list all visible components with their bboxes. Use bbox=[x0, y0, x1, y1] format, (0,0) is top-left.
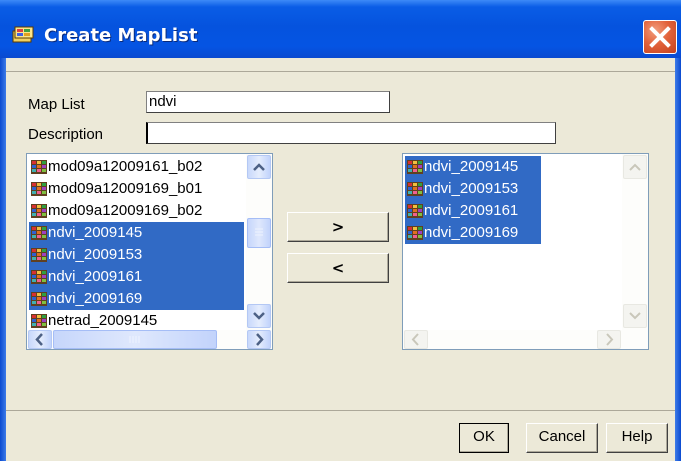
raster-map-icon bbox=[407, 160, 423, 174]
ok-button[interactable]: OK bbox=[459, 423, 509, 453]
list-item[interactable]: mod09a12009161_b02 bbox=[29, 156, 244, 178]
title-bar[interactable]: Create MapList bbox=[0, 0, 681, 58]
grip-icon bbox=[255, 228, 263, 236]
description-input[interactable] bbox=[146, 122, 556, 144]
raster-map-icon bbox=[31, 314, 47, 328]
list-item[interactable]: ndvi_2009153 bbox=[29, 244, 244, 266]
list-item[interactable]: ndvi_2009161 bbox=[29, 266, 244, 288]
chevron-up-icon bbox=[253, 163, 265, 171]
raster-map-icon bbox=[407, 204, 423, 218]
window-title: Create MapList bbox=[44, 25, 198, 46]
chevron-down-icon bbox=[629, 312, 641, 320]
raster-map-icon bbox=[31, 270, 47, 284]
list-item[interactable]: ndvi_2009145 bbox=[405, 156, 541, 178]
chevron-right-icon bbox=[606, 333, 614, 346]
list-item[interactable]: ndvi_2009145 bbox=[29, 222, 244, 244]
list-item[interactable]: mod09a12009169_b02 bbox=[29, 200, 244, 222]
selected-maps-list[interactable]: ndvi_2009145 ndvi_2009153 ndvi_2009161ndvi… bbox=[402, 153, 649, 350]
scroll-left-button[interactable] bbox=[28, 330, 52, 349]
available-list-vertical-scrollbar[interactable] bbox=[246, 154, 272, 330]
list-item-label: ndvi_2009169 bbox=[424, 224, 519, 241]
list-item[interactable]: ndvi_2009169 bbox=[405, 222, 541, 244]
remove-from-list-button[interactable]: < bbox=[287, 253, 389, 283]
scroll-up-button[interactable] bbox=[623, 155, 647, 179]
scroll-down-button[interactable] bbox=[247, 304, 271, 328]
close-icon bbox=[649, 26, 671, 48]
maplist-icon bbox=[12, 26, 34, 43]
close-button[interactable] bbox=[643, 20, 677, 54]
scroll-up-button[interactable] bbox=[247, 155, 271, 179]
add-to-list-button[interactable]: > bbox=[287, 212, 389, 242]
selected-list-horizontal-scrollbar[interactable] bbox=[403, 330, 648, 349]
list-item-label: mod09a12009169_b01 bbox=[48, 180, 203, 197]
help-button[interactable]: Help bbox=[606, 423, 668, 453]
map-list-label: Map List bbox=[28, 96, 85, 113]
map-list-input[interactable]: ndvi bbox=[146, 91, 390, 113]
scroll-left-button[interactable] bbox=[404, 330, 428, 349]
raster-map-icon bbox=[407, 182, 423, 196]
list-item[interactable]: mod09a12009169_b01 bbox=[29, 178, 244, 200]
available-maps-list[interactable]: mod09a12009161_b02 mod09a12009169_b01 mod0… bbox=[26, 153, 273, 350]
scroll-right-button[interactable] bbox=[597, 330, 621, 349]
raster-map-icon bbox=[31, 248, 47, 262]
list-item[interactable]: ndvi_2009161 bbox=[405, 200, 541, 222]
list-item[interactable]: ndvi_2009153 bbox=[405, 178, 541, 200]
chevron-right-icon bbox=[256, 333, 264, 346]
list-item-label: mod09a12009169_b02 bbox=[48, 202, 203, 219]
raster-map-icon bbox=[31, 204, 47, 218]
chevron-down-icon bbox=[253, 312, 265, 320]
scroll-down-button[interactable] bbox=[623, 304, 647, 328]
list-item-label: netrad_2009145 bbox=[48, 312, 158, 329]
list-item-label: ndvi_2009145 bbox=[424, 158, 519, 175]
scroll-thumb[interactable] bbox=[247, 218, 271, 248]
raster-map-icon bbox=[31, 160, 47, 174]
top-divider bbox=[6, 71, 675, 72]
selected-list-vertical-scrollbar[interactable] bbox=[622, 154, 648, 330]
raster-map-icon bbox=[31, 292, 47, 306]
available-list-horizontal-scrollbar[interactable] bbox=[27, 330, 272, 349]
list-item-label: mod09a12009161_b02 bbox=[48, 158, 203, 175]
create-maplist-dialog: Create MapList Map List ndvi Description… bbox=[0, 0, 681, 461]
list-item-label: ndvi_2009145 bbox=[48, 224, 143, 241]
chevron-up-icon bbox=[629, 163, 641, 171]
raster-map-icon bbox=[31, 182, 47, 196]
list-item-label: ndvi_2009161 bbox=[424, 202, 519, 219]
raster-map-icon bbox=[31, 226, 47, 240]
bottom-divider bbox=[6, 410, 675, 411]
horizontal-scroll-thumb[interactable] bbox=[53, 330, 217, 349]
description-label: Description bbox=[28, 126, 104, 143]
raster-map-icon bbox=[407, 226, 423, 240]
list-item[interactable]: netrad_2009145 bbox=[29, 310, 244, 332]
chevron-left-icon bbox=[411, 333, 419, 346]
list-item[interactable]: ndvi_2009169 bbox=[29, 288, 244, 310]
chevron-left-icon bbox=[35, 333, 43, 346]
scroll-right-button[interactable] bbox=[247, 330, 271, 349]
grip-icon bbox=[129, 336, 140, 343]
list-item-label: ndvi_2009161 bbox=[48, 268, 143, 285]
list-item-label: ndvi_2009153 bbox=[48, 246, 143, 263]
list-item-label: ndvi_2009153 bbox=[424, 180, 519, 197]
list-item-label: ndvi_2009169 bbox=[48, 290, 143, 307]
window-frame-right bbox=[675, 58, 681, 461]
cancel-button[interactable]: Cancel bbox=[526, 423, 598, 453]
